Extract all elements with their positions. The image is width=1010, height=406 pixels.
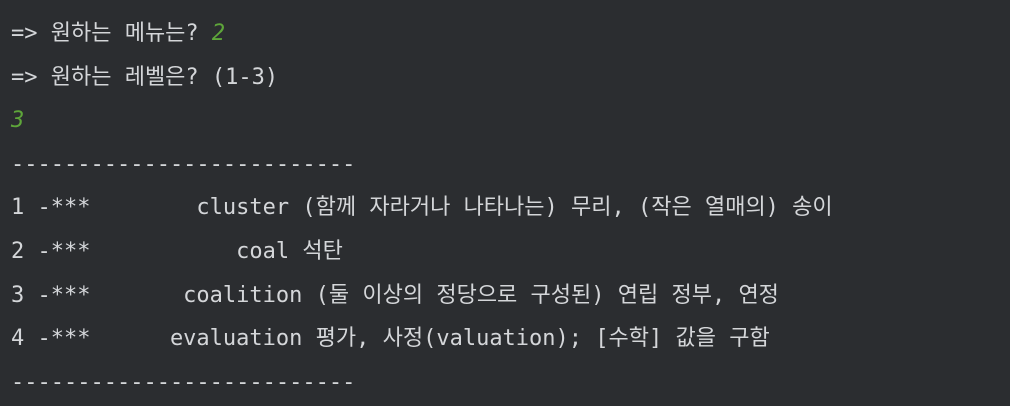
- level-input-value: 3: [11, 108, 25, 134]
- word-row-3: 3 -*** coalition (둘 이상의 정당으로 구성된) 연립 정부,…: [11, 282, 779, 308]
- word-row-4: 4 -*** evaluation 평가, 사정(valuation); [수학…: [11, 326, 770, 352]
- console-output[interactable]: => 원하는 메뉴는? 2 => 원하는 레벨은? (1-3) 3 ------…: [0, 0, 1010, 406]
- separator-bottom: --------------------------: [11, 369, 356, 395]
- level-prompt: => 원하는 레벨은? (1-3): [11, 64, 279, 90]
- separator-top: --------------------------: [11, 151, 356, 177]
- word-row-2: 2 -*** coal 석탄: [11, 238, 343, 264]
- menu-input-value: 2: [211, 21, 226, 46]
- word-row-1: 1 -*** cluster (함께 자라거나 나타나는) 무리, (작은 열매…: [11, 195, 833, 221]
- menu-prompt: => 원하는 메뉴는?: [11, 21, 212, 46]
- menu-prompt-line: => 원하는 메뉴는? 2: [11, 12, 1010, 56]
